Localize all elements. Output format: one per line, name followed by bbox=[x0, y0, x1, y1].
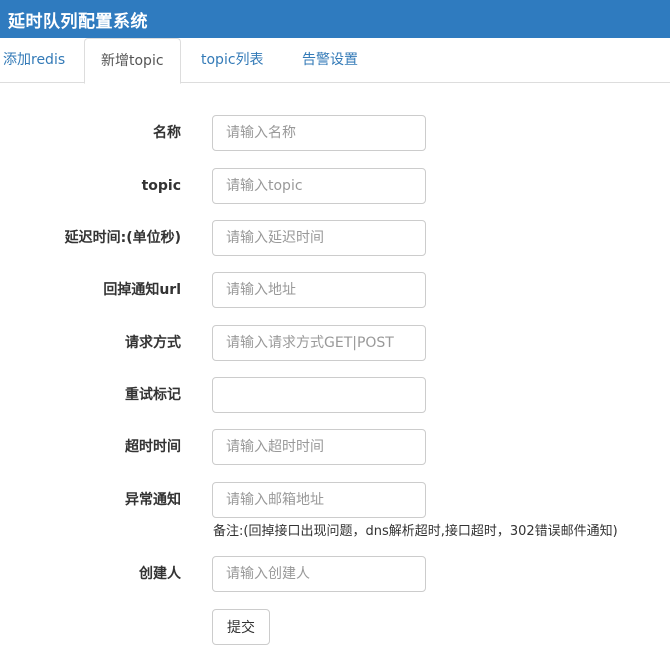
delay-input[interactable] bbox=[212, 220, 426, 256]
delay-label: 延迟时间:(单位秒) bbox=[64, 230, 181, 246]
app-header: 延时队列配置系统 bbox=[0, 0, 670, 38]
submit-button[interactable]: 提交 bbox=[212, 609, 270, 645]
form-row-callback-url: 回掉通知url bbox=[0, 272, 670, 308]
alert-email-input[interactable] bbox=[212, 482, 426, 518]
tab-add-redis[interactable]: 添加redis bbox=[3, 38, 65, 83]
callback-url-input[interactable] bbox=[212, 272, 426, 308]
form-row-name: 名称 bbox=[0, 115, 670, 151]
timeout-label: 超时时间 bbox=[125, 439, 181, 455]
form-row-alert-email: 异常通知 bbox=[0, 482, 670, 518]
topic-input[interactable] bbox=[212, 168, 426, 204]
nav-tabs: 添加redis 新增topic topic列表 告警设置 bbox=[0, 38, 670, 84]
form-row-topic: topic bbox=[0, 168, 670, 204]
alert-remark: 备注:(回掉接口出现问题，dns解析超时,接口超时，302错误邮件通知) bbox=[213, 524, 618, 539]
name-input[interactable] bbox=[212, 115, 426, 151]
form-row-retry-flag: 重试标记 bbox=[0, 377, 670, 413]
tab-alert-settings[interactable]: 告警设置 bbox=[302, 38, 358, 83]
topic-label: topic bbox=[141, 178, 181, 194]
alert-email-label: 异常通知 bbox=[125, 492, 181, 508]
request-method-label: 请求方式 bbox=[125, 335, 181, 351]
tab-add-topic[interactable]: 新增topic bbox=[84, 38, 181, 84]
request-method-input[interactable] bbox=[212, 325, 426, 361]
timeout-input[interactable] bbox=[212, 429, 426, 465]
tab-topic-list[interactable]: topic列表 bbox=[201, 38, 264, 83]
creator-label: 创建人 bbox=[139, 566, 181, 582]
app-title: 延时队列配置系统 bbox=[8, 12, 148, 32]
callback-url-label: 回掉通知url bbox=[103, 282, 181, 298]
form-row-delay: 延迟时间:(单位秒) bbox=[0, 220, 670, 256]
form-row-creator: 创建人 bbox=[0, 556, 670, 592]
name-label: 名称 bbox=[153, 125, 181, 141]
form-row-timeout: 超时时间 bbox=[0, 429, 670, 465]
form-row-request-method: 请求方式 bbox=[0, 325, 670, 361]
retry-flag-label: 重试标记 bbox=[125, 387, 181, 403]
retry-flag-input[interactable] bbox=[212, 377, 426, 413]
creator-input[interactable] bbox=[212, 556, 426, 592]
